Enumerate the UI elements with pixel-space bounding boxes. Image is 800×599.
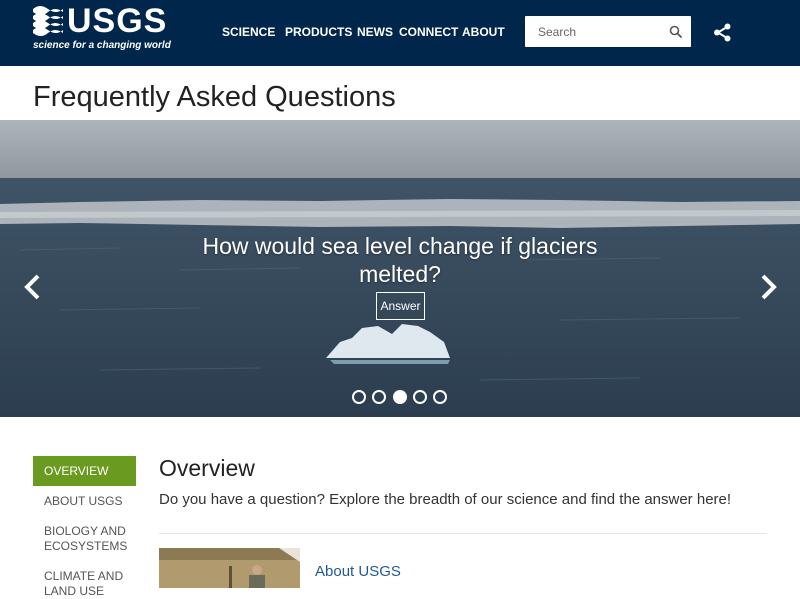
slide-question: How would sea level change if glaciers m…: [202, 233, 598, 287]
sidebar-item-about-usgs[interactable]: ABOUT USGS: [33, 494, 136, 509]
carousel-dot-4[interactable]: [413, 390, 427, 404]
divider: [159, 533, 767, 534]
about-usgs-link[interactable]: About USGS: [315, 563, 401, 580]
sidebar-item-overview[interactable]: OVERVIEW: [33, 456, 136, 486]
section-heading: Overview: [159, 455, 255, 481]
search-icon[interactable]: [669, 25, 682, 38]
chevron-left-icon[interactable]: [22, 272, 44, 302]
answer-button[interactable]: Answer: [376, 292, 425, 320]
carousel-dot-3[interactable]: [393, 390, 407, 404]
carousel-dot-2[interactable]: [372, 390, 386, 404]
carousel-dot-1[interactable]: [352, 390, 366, 404]
usgs-logo[interactable]: USGS science for a changing world: [33, 2, 173, 54]
nav-products[interactable]: PRODUCTS: [285, 25, 352, 39]
nav-science[interactable]: SCIENCE: [222, 25, 275, 39]
sidebar-item-climate-land-use[interactable]: CLIMATE AND LAND USE: [33, 569, 136, 599]
carousel-dot-5[interactable]: [433, 390, 447, 404]
about-usgs-thumbnail[interactable]: [159, 548, 300, 588]
site-header: USGS science for a changing world SCIENC…: [0, 0, 800, 66]
section-description: Do you have a question? Explore the brea…: [159, 491, 732, 508]
usgs-wave-icon: [33, 6, 63, 36]
nav-news[interactable]: NEWS: [357, 25, 393, 39]
page-title: Frequently Asked Questions: [33, 81, 396, 113]
share-icon[interactable]: [713, 23, 732, 42]
search-box: [525, 16, 691, 47]
sidebar-item-biology-ecosystems[interactable]: BIOLOGY AND ECOSYSTEMS: [33, 524, 136, 554]
logo-tagline: science for a changing world: [33, 40, 171, 51]
logo-wordmark: USGS: [67, 2, 168, 40]
nav-connect[interactable]: CONNECT: [399, 25, 458, 39]
faq-carousel: How would sea level change if glaciers m…: [0, 120, 800, 417]
nav-about[interactable]: ABOUT: [462, 25, 505, 39]
chevron-right-icon[interactable]: [757, 272, 779, 302]
search-input[interactable]: [525, 16, 665, 47]
